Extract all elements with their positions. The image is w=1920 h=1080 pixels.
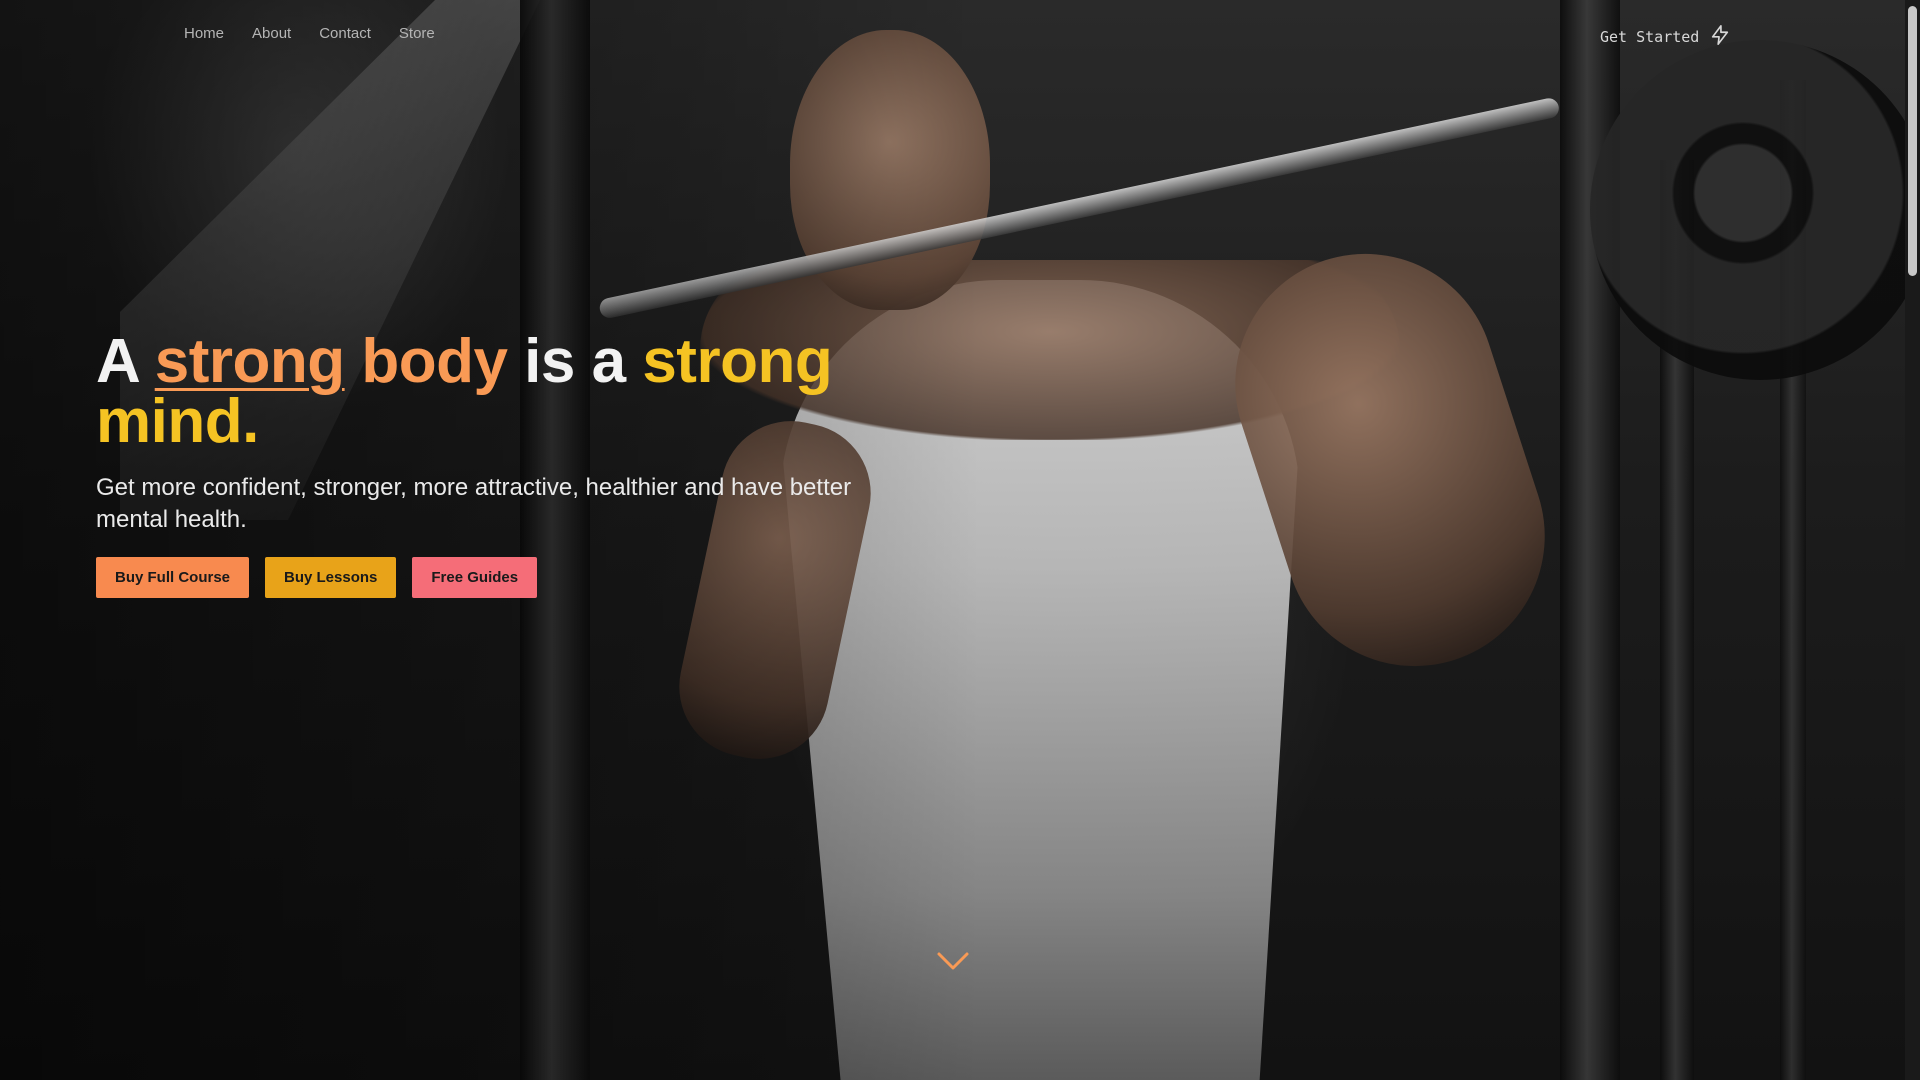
headline-word-body: body	[361, 327, 508, 396]
nav-link-contact[interactable]: Contact	[319, 25, 371, 42]
buy-lessons-button[interactable]: Buy Lessons	[265, 557, 397, 598]
page-scrollbar[interactable]	[1905, 0, 1920, 1080]
hero-section: A strong body is a strong mind. Get more…	[96, 331, 876, 536]
chevron-down-icon[interactable]	[936, 950, 970, 974]
nav-link-store[interactable]: Store	[399, 25, 435, 42]
headline-word-strong-underlined: strong	[154, 327, 345, 396]
headline-word-a: A	[96, 327, 138, 396]
scrollbar-thumb[interactable]	[1908, 6, 1917, 276]
nav-link-home[interactable]: Home	[184, 25, 224, 42]
top-nav: Home About Contact Store Get Started	[0, 0, 1905, 70]
lightning-bolt-icon	[1709, 24, 1731, 50]
buy-full-course-button[interactable]: Buy Full Course	[96, 557, 250, 598]
headline-word-mind: mind.	[96, 387, 259, 456]
headline-word-strong: strong	[642, 327, 833, 396]
get-started-button[interactable]: Get Started	[1600, 24, 1731, 50]
hero-background	[0, 0, 1905, 1080]
nav-links: Home About Contact Store	[184, 25, 435, 42]
nav-link-about[interactable]: About	[252, 25, 291, 42]
hero-headline: A strong body is a strong mind.	[96, 331, 876, 453]
weight-plate	[1590, 40, 1905, 380]
get-started-label: Get Started	[1600, 28, 1700, 46]
page-viewport: Home About Contact Store Get Started A s…	[0, 0, 1905, 1080]
hero-subheadline: Get more confident, stronger, more attra…	[96, 474, 852, 533]
free-guides-button[interactable]: Free Guides	[412, 557, 538, 598]
hero-buttons: Buy Full Course Buy Lessons Free Guides	[96, 557, 538, 598]
hero-dark-overlay	[0, 0, 980, 1080]
headline-word-is-a: is a	[524, 327, 626, 396]
